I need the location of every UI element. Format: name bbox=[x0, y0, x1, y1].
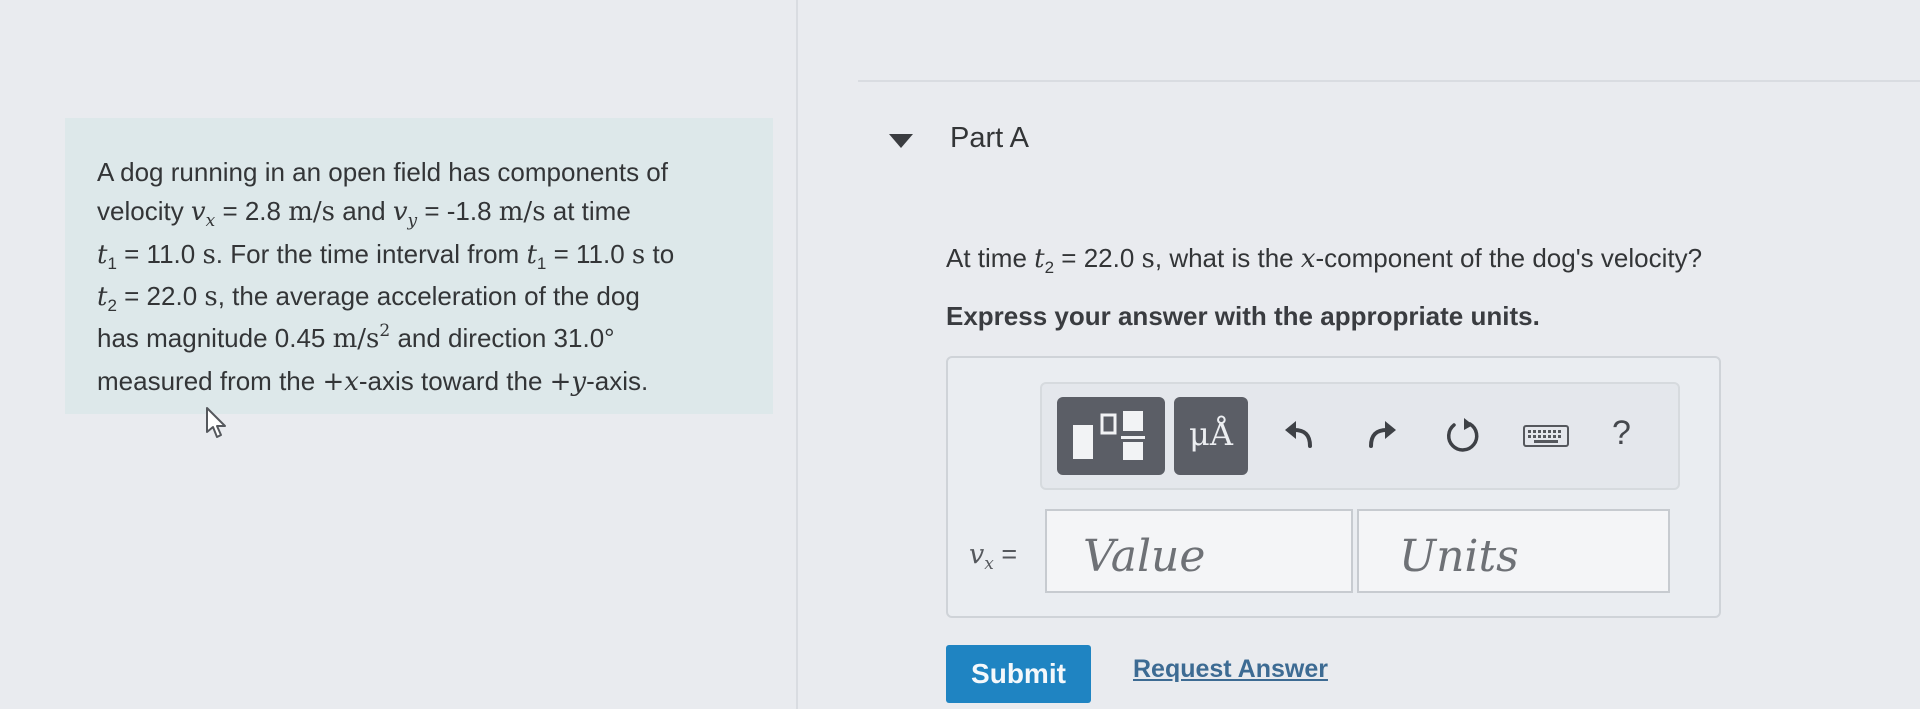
units-input[interactable] bbox=[1357, 509, 1670, 593]
variable-label: vx = bbox=[969, 539, 1018, 574]
mouse-cursor-icon bbox=[206, 407, 226, 438]
problem-line-6: measured from the +x-axis toward the +y-… bbox=[97, 366, 649, 397]
problem-line-2: velocity vx = 2.8 m/s and vy = -1.8 m/s … bbox=[97, 196, 631, 231]
problem-line-5: has magnitude 0.45 m/s2 and direction 31… bbox=[97, 321, 615, 354]
problem-line-1: A dog running in an open field has compo… bbox=[97, 157, 668, 187]
question-text: At time t2 = 22.0 s, what is the x-compo… bbox=[946, 243, 1703, 277]
submit-button[interactable]: Submit bbox=[946, 645, 1091, 703]
templates-button[interactable] bbox=[1057, 397, 1165, 475]
keyboard-icon[interactable] bbox=[1522, 416, 1570, 456]
problem-line-4: t2 = 22.0 s, the average acceleration of… bbox=[97, 281, 640, 315]
request-answer-link[interactable]: Request Answer bbox=[1133, 655, 1328, 684]
panel-divider bbox=[796, 0, 798, 709]
answer-instructions: Express your answer with the appropriate… bbox=[946, 301, 1540, 331]
help-icon[interactable]: ? bbox=[1612, 414, 1631, 453]
reset-icon[interactable] bbox=[1442, 416, 1482, 456]
problem-line-3: t1 = 11.0 s. For the time interval from … bbox=[97, 239, 675, 273]
templates-icon bbox=[1073, 411, 1145, 460]
collapse-arrow-icon[interactable] bbox=[889, 134, 913, 148]
value-input[interactable] bbox=[1045, 509, 1353, 593]
problem-statement: A dog running in an open field has compo… bbox=[65, 118, 773, 414]
undo-icon[interactable] bbox=[1280, 416, 1320, 456]
redo-icon[interactable] bbox=[1361, 416, 1401, 456]
part-title: Part A bbox=[950, 122, 1029, 154]
part-divider bbox=[858, 80, 1920, 82]
units-button[interactable]: μÅ bbox=[1174, 397, 1248, 475]
units-icon: μÅ bbox=[1189, 415, 1233, 453]
